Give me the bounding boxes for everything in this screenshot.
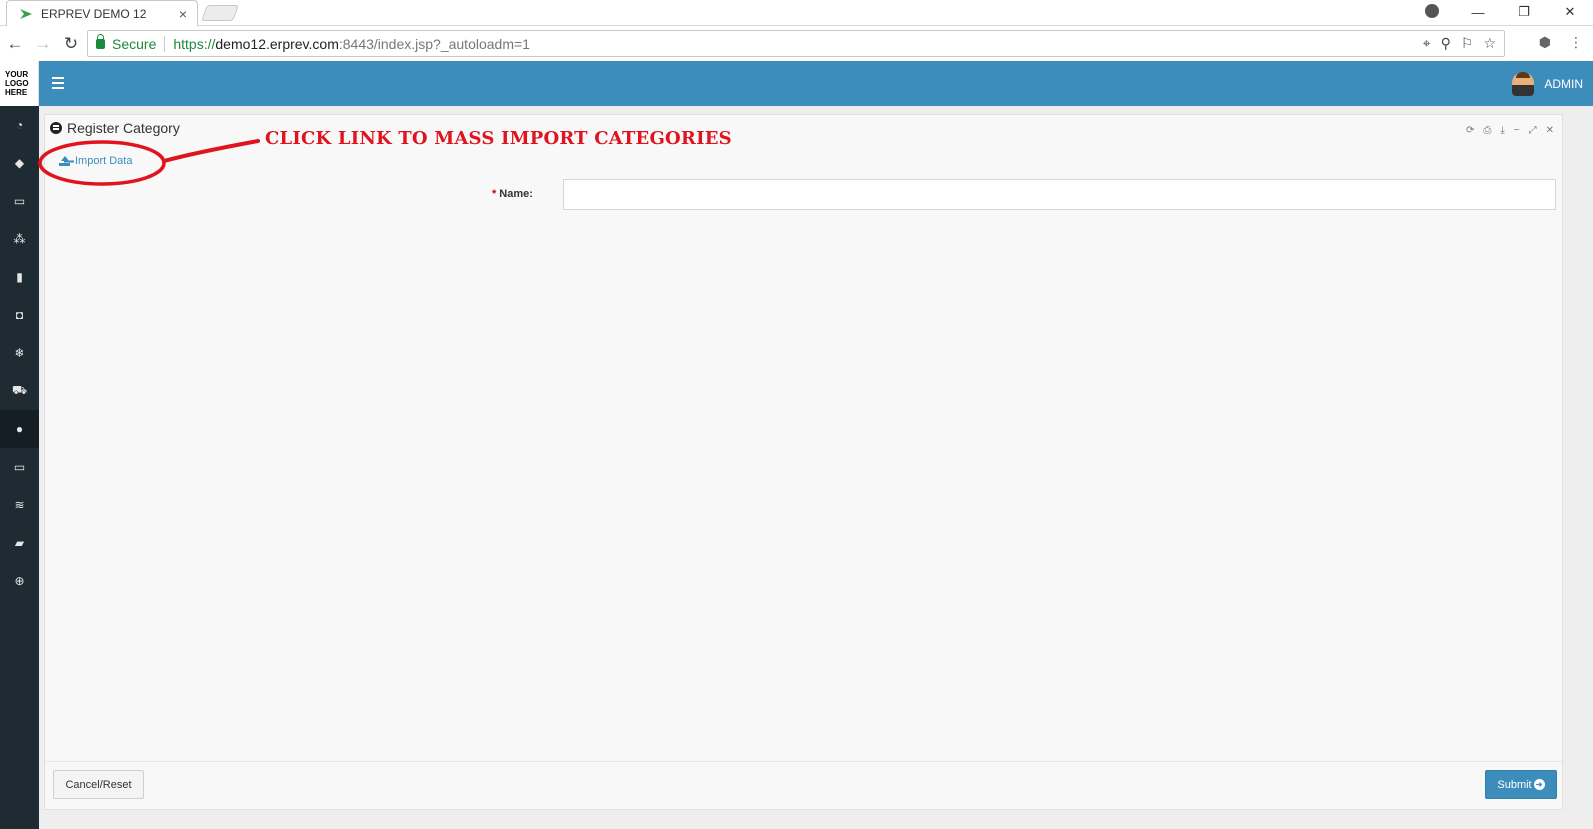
sidebar-item-11[interactable]: ▰ xyxy=(0,524,39,562)
book-icon: ▰ xyxy=(14,536,25,550)
forward-button[interactable]: → xyxy=(30,34,56,54)
sidebar-item-1[interactable]: ◆ xyxy=(0,144,39,182)
erprev-favicon-icon xyxy=(20,8,32,19)
lifebuoy-icon: ⊕ xyxy=(14,574,25,588)
lock-icon xyxy=(96,33,105,49)
url-scheme: https:// xyxy=(173,35,216,52)
name-label: * Name: xyxy=(492,188,533,200)
sidebar-item-10[interactable]: ≋ xyxy=(0,486,39,524)
name-label-text: Name: xyxy=(499,188,533,200)
submit-label: Submit xyxy=(1497,778,1532,791)
submit-button[interactable]: Submit ➜ xyxy=(1485,770,1557,799)
refresh-icon[interactable]: ⟳ xyxy=(1466,125,1474,136)
sidebar-menu: ◔ ◆ ▭ ⁂ ▮ ◘ ❄ ⛟ ● ▭ ≋ ▰ ⊕ xyxy=(0,106,39,600)
minimize-button[interactable]: — xyxy=(1455,5,1501,20)
import-data-link[interactable]: Import Data xyxy=(59,155,132,167)
back-button[interactable]: ← xyxy=(2,34,28,54)
arrow-right-icon: ➜ xyxy=(1533,779,1545,790)
sidebar-item-12[interactable]: ⊕ xyxy=(0,562,39,600)
download-icon[interactable]: ⤓ xyxy=(1500,125,1504,136)
user-menu[interactable]: ADMIN xyxy=(1512,72,1583,96)
snowflake-icon: ❄ xyxy=(14,346,25,360)
close-panel-icon[interactable]: ✕ xyxy=(1546,125,1554,136)
annotation-text: CLICK LINK TO MASS IMPORT CATEGORIES xyxy=(265,128,732,149)
logo-line-3: HERE xyxy=(5,88,28,97)
sidebar-item-7[interactable]: ⛟ xyxy=(0,372,39,410)
sidebar-item-8[interactable]: ● xyxy=(0,410,39,448)
address-bar[interactable]: Secure https://demo12.erprev.com:8443/in… xyxy=(87,30,1505,57)
reload-button[interactable]: ↻ xyxy=(58,34,84,54)
footer-divider xyxy=(45,761,1562,762)
extension-icons: ⬢ ⋮ xyxy=(1539,34,1583,51)
pin-icon[interactable]: ⚐ xyxy=(1461,35,1474,52)
page-title: Register Category xyxy=(67,120,180,136)
register-category-panel: Register Category ⟳ ⎙ ⤓ − ⤢ ✕ Import Dat… xyxy=(44,114,1563,810)
profile-icon xyxy=(1425,3,1439,18)
print-icon[interactable]: ⎙ xyxy=(1483,125,1491,136)
url-host: demo12.erprev.com xyxy=(215,35,339,52)
browser-tab-strip: ERPREV DEMO 12 × — ❐ ✕ xyxy=(0,0,1593,26)
profile-button[interactable] xyxy=(1409,3,1455,21)
app-sidebar: YOUR LOGO HERE ◔ ◆ ▭ ⁂ ▮ ◘ ❄ ⛟ ● ▭ ≋ ▰ ⊕ xyxy=(0,61,39,829)
window-controls: — ❐ ✕ xyxy=(1409,0,1593,24)
browser-toolbar: ← → ↻ Secure https://demo12.erprev.com:8… xyxy=(0,26,1593,61)
restore-button[interactable]: ❐ xyxy=(1501,4,1547,20)
star-icon[interactable]: ☆ xyxy=(1483,35,1496,52)
logo-line-1: YOUR xyxy=(5,70,29,79)
avatar xyxy=(1512,72,1535,96)
upload-icon xyxy=(59,155,70,167)
import-data-label: Import Data xyxy=(75,155,133,167)
extension-icon[interactable]: ⬢ xyxy=(1539,34,1551,51)
category-icon xyxy=(50,122,62,134)
menu-icon[interactable]: ⋮ xyxy=(1569,34,1583,51)
sidebar-item-6[interactable]: ❄ xyxy=(0,334,39,372)
url-path: :8443/index.jsp?_autoloadm=1 xyxy=(338,35,530,52)
secure-indicator[interactable]: Secure xyxy=(96,33,157,52)
address-separator xyxy=(164,35,166,52)
monitor-icon: ▭ xyxy=(13,460,26,474)
app-topbar: ADMIN xyxy=(39,61,1593,106)
zoom-icon[interactable]: ⚲ xyxy=(1441,35,1451,52)
dashboard-icon: ◔ xyxy=(15,118,24,132)
trash-icon: ◘ xyxy=(15,308,24,322)
minimize-panel-icon[interactable]: − xyxy=(1514,125,1520,136)
tag-icon: ◆ xyxy=(14,156,25,170)
logo[interactable]: YOUR LOGO HERE xyxy=(0,61,39,106)
database-icon: ≋ xyxy=(14,498,25,512)
omnibox-icons: ⌖ ⚲ ⚐ ☆ xyxy=(1423,35,1496,52)
sidebar-item-9[interactable]: ▭ xyxy=(0,448,39,486)
sidebar-item-2[interactable]: ▭ xyxy=(0,182,39,220)
close-window-button[interactable]: ✕ xyxy=(1547,4,1593,20)
money-icon: ▭ xyxy=(13,194,26,208)
sidebar-item-4[interactable]: ▮ xyxy=(0,258,39,296)
cubes-icon: ⁂ xyxy=(13,232,26,246)
hamburger-menu-icon[interactable] xyxy=(52,77,64,92)
browser-tab[interactable]: ERPREV DEMO 12 × xyxy=(6,0,198,26)
user-label: ADMIN xyxy=(1544,77,1583,91)
category-icon: ● xyxy=(15,422,24,436)
building-icon: ▮ xyxy=(16,270,23,284)
tab-title: ERPREV DEMO 12 xyxy=(41,6,147,21)
sidebar-item-0[interactable]: ◔ xyxy=(0,106,39,144)
panel-tools: ⟳ ⎙ ⤓ − ⤢ ✕ xyxy=(1466,125,1554,136)
sidebar-item-5[interactable]: ◘ xyxy=(0,296,39,334)
panel-header: Register Category xyxy=(50,120,180,136)
target-icon[interactable]: ⌖ xyxy=(1423,35,1431,52)
expand-icon[interactable]: ⤢ xyxy=(1529,125,1537,136)
main-content: Register Category ⟳ ⎙ ⤓ − ⤢ ✕ Import Dat… xyxy=(39,106,1593,829)
new-tab-button[interactable] xyxy=(201,5,239,21)
logo-line-2: LOGO xyxy=(5,79,29,88)
required-marker: * xyxy=(492,188,497,200)
name-input[interactable] xyxy=(563,179,1556,210)
sidebar-item-3[interactable]: ⁂ xyxy=(0,220,39,258)
secure-label: Secure xyxy=(112,35,157,52)
cancel-reset-button[interactable]: Cancel/Reset xyxy=(53,770,144,799)
cart-icon: ⛟ xyxy=(11,383,28,397)
tab-close-icon[interactable]: × xyxy=(179,6,187,22)
